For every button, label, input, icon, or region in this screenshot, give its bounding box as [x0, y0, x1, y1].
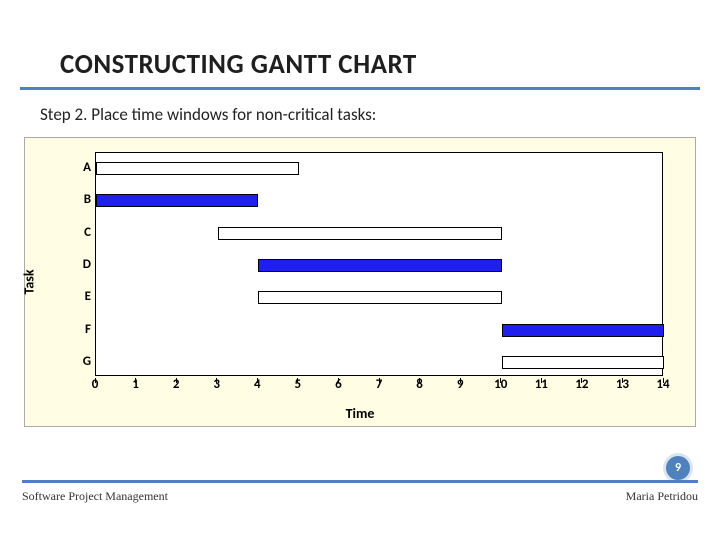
gantt-bar-critical [258, 259, 501, 272]
footer: Software Project Management Maria Petrid… [22, 480, 698, 504]
plot-area [95, 152, 663, 376]
footer-right: Maria Petridou [626, 489, 698, 504]
page-title: CONSTRUCTING GANTT CHART [20, 28, 700, 90]
gantt-bar-window [258, 291, 501, 304]
gantt-bar-window [218, 227, 502, 240]
task-label: F [73, 322, 91, 337]
gantt-bar-critical [502, 324, 664, 337]
y-axis-label: Task [21, 269, 38, 294]
gantt-bar-critical [96, 194, 258, 207]
x-axis-label: Time [346, 405, 375, 422]
task-label: C [73, 225, 91, 240]
slide-number-badge: 9 [666, 456, 690, 480]
gantt-bar-window [96, 162, 299, 175]
task-label: A [73, 160, 91, 175]
task-label: D [73, 257, 91, 272]
subtitle: Step 2. Place time windows for non-criti… [0, 90, 720, 135]
task-label: G [73, 354, 91, 369]
footer-left: Software Project Management [22, 489, 168, 504]
task-label: E [73, 289, 91, 304]
slide-frame: CONSTRUCTING GANTT CHART Step 2. Place t… [0, 0, 720, 540]
gantt-chart: Task Time ABCDEFG01234567891011121314 [24, 137, 696, 427]
task-label: B [73, 192, 91, 207]
gantt-bar-window [502, 356, 664, 369]
